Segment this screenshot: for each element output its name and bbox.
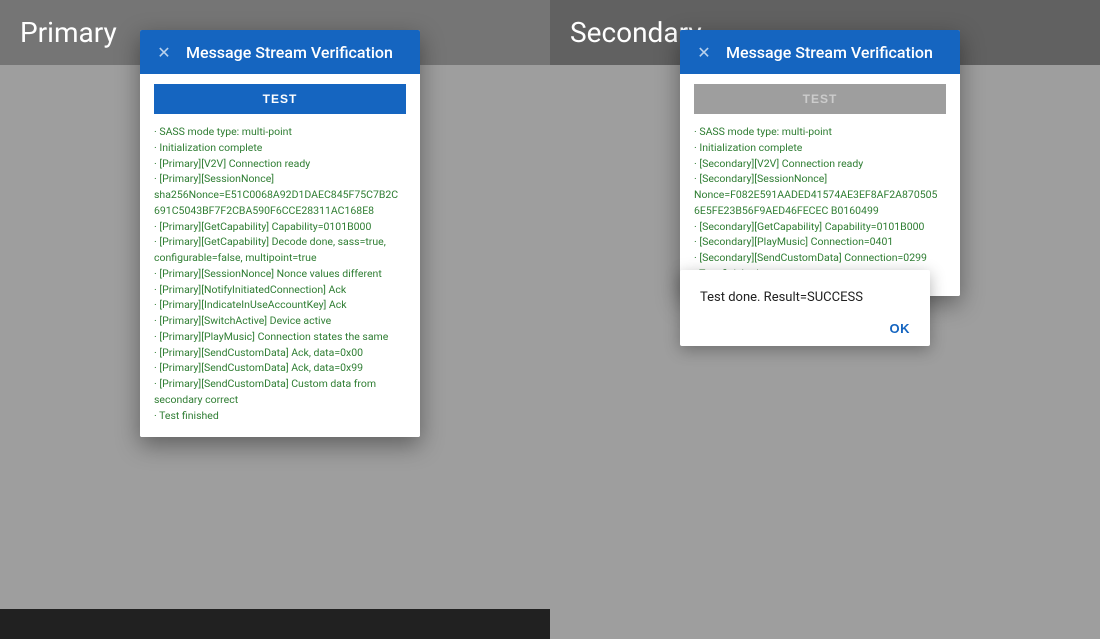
log-line: · [Secondary][SendCustomData] Connection…: [694, 250, 946, 266]
left-test-button[interactable]: TEST: [154, 84, 406, 114]
log-line: · [Secondary][GetCapability] Capability=…: [694, 219, 946, 235]
log-line: · [Primary][SendCustomData] Ack, data=0x…: [154, 345, 406, 361]
left-close-icon[interactable]: ✕: [154, 42, 174, 62]
log-line: · SASS mode type: multi-point: [154, 124, 406, 140]
log-line: · [Primary][SendCustomData] Custom data …: [154, 376, 406, 408]
log-line: · [Primary][SendCustomData] Ack, data=0x…: [154, 360, 406, 376]
log-line: · [Primary][GetCapability] Capability=01…: [154, 219, 406, 235]
result-popup-text: Test done. Result=SUCCESS: [700, 290, 910, 305]
result-popup-ok-container: OK: [700, 321, 910, 336]
left-title-text: Primary: [20, 16, 117, 49]
log-line: · [Primary][SessionNonce]sha256Nonce=E51…: [154, 171, 406, 218]
left-dialog-body: TEST · SASS mode type: multi-point · Ini…: [140, 74, 420, 437]
left-dialog-title: Message Stream Verification: [186, 43, 393, 62]
log-line: · [Primary][V2V] Connection ready: [154, 156, 406, 172]
right-dialog-body: TEST · SASS mode type: multi-point · Ini…: [680, 74, 960, 296]
log-line: · [Primary][SwitchActive] Device active: [154, 313, 406, 329]
ok-button[interactable]: OK: [890, 321, 911, 336]
right-test-button[interactable]: TEST: [694, 84, 946, 114]
log-line: · [Secondary][V2V] Connection ready: [694, 156, 946, 172]
log-line: · SASS mode type: multi-point: [694, 124, 946, 140]
right-dialog-header: ✕ Message Stream Verification: [680, 30, 960, 74]
log-line: · Test finished: [154, 408, 406, 424]
left-log-area: · SASS mode type: multi-point · Initiali…: [154, 124, 406, 423]
right-panel: Secondary ✕ Message Stream Verification …: [550, 0, 1100, 639]
log-line: · [Primary][IndicateInUseAccountKey] Ack: [154, 297, 406, 313]
left-dialog-header: ✕ Message Stream Verification: [140, 30, 420, 74]
right-dialog-title: Message Stream Verification: [726, 43, 933, 62]
result-popup: Test done. Result=SUCCESS OK: [680, 270, 930, 346]
log-line: · [Secondary][PlayMusic] Connection=0401: [694, 234, 946, 250]
right-log-area: · SASS mode type: multi-point · Initiali…: [694, 124, 946, 282]
right-dialog: ✕ Message Stream Verification TEST · SAS…: [680, 30, 960, 296]
log-line: · [Secondary][SessionNonce]Nonce=F082E59…: [694, 171, 946, 218]
left-dialog: ✕ Message Stream Verification TEST · SAS…: [140, 30, 420, 437]
right-close-icon[interactable]: ✕: [694, 42, 714, 62]
log-line: · Initialization complete: [154, 140, 406, 156]
left-panel: Primary ✕ Message Stream Verification TE…: [0, 0, 550, 639]
log-line: · [Primary][NotifyInitiatedConnection] A…: [154, 282, 406, 298]
left-bottom-bar: [0, 609, 550, 639]
log-line: · [Primary][SessionNonce] Nonce values d…: [154, 266, 406, 282]
log-line: · Initialization complete: [694, 140, 946, 156]
log-line: · [Primary][GetCapability] Decode done, …: [154, 234, 406, 266]
log-line: · [Primary][PlayMusic] Connection states…: [154, 329, 406, 345]
